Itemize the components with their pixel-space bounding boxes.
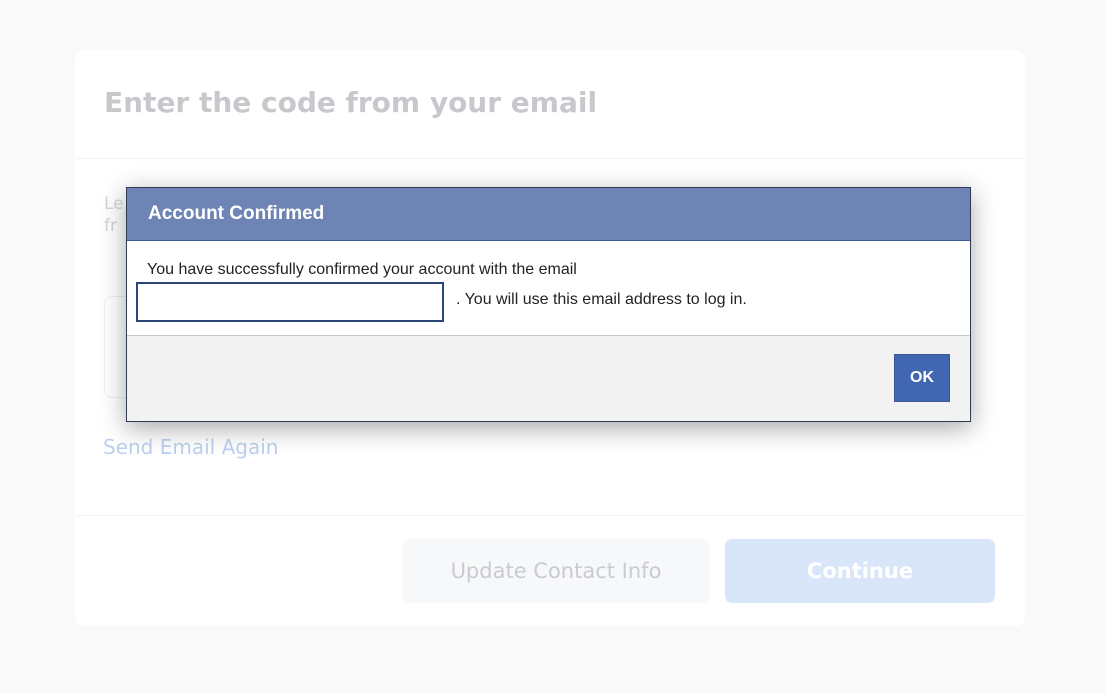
dialog-body: You have successfully confirmed your acc…	[127, 241, 970, 335]
email-address-field	[136, 282, 444, 322]
card-title: Enter the code from your email	[104, 86, 598, 119]
update-contact-info-button[interactable]: Update Contact Info	[402, 539, 710, 603]
dialog-message-line2: . You will use this email address to log…	[456, 291, 747, 308]
page: Enter the code from your email Le fr Sen…	[0, 0, 1105, 693]
card-footer-divider	[75, 515, 1025, 516]
dialog-message-line1: You have successfully confirmed your acc…	[147, 261, 577, 278]
ok-button[interactable]: OK	[894, 354, 950, 402]
card-divider	[75, 158, 1025, 159]
account-confirmed-dialog: Account Confirmed You have successfully …	[126, 187, 971, 422]
dialog-footer: OK	[127, 335, 970, 421]
send-email-again-link[interactable]: Send Email Again	[103, 435, 278, 459]
continue-button[interactable]: Continue	[725, 539, 995, 603]
dialog-title: Account Confirmed	[148, 203, 325, 224]
dialog-header: Account Confirmed	[127, 188, 970, 241]
